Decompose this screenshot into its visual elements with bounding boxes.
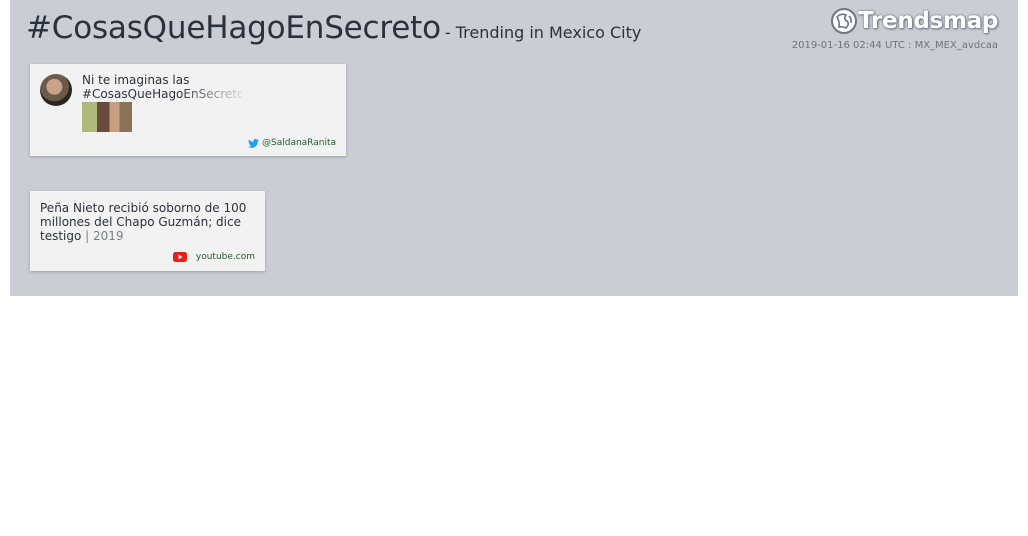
news-headline[interactable]: Peña Nieto recibió soborno de 100 millon…	[40, 201, 246, 243]
trendsmap-globe-icon	[831, 8, 858, 34]
twitter-bird-icon	[248, 138, 259, 148]
youtube-icon	[172, 252, 187, 262]
tweet-author-link[interactable]: @SaldanaRanita	[248, 138, 336, 148]
tweet-username[interactable]: @SaldanaRanita	[262, 138, 336, 148]
news-card[interactable]: Peña Nieto recibió soborno de 100 millon…	[30, 191, 265, 271]
brand-name: Trendsmap	[858, 8, 998, 34]
timestamp-location-code: 2019-01-16 02:44 UTC : MX_MEX_avdcaa	[791, 40, 998, 51]
tweet-text-line1: Ni te imaginas las	[82, 73, 190, 87]
tweet-card[interactable]: Ni te imaginas las #CosasQueHagoEnSecret…	[30, 64, 346, 156]
tweet-image-thumbnail[interactable]	[82, 102, 132, 132]
page-title: #CosasQueHagoEnSecreto - Trending in Mexi…	[26, 10, 641, 46]
news-source-domain[interactable]: youtube.com	[196, 252, 255, 262]
hashtag-title[interactable]: #CosasQueHagoEnSecreto	[26, 10, 441, 46]
tweet-text: Ni te imaginas las #CosasQueHagoEnSecret…	[82, 73, 242, 101]
avatar[interactable]	[40, 74, 72, 106]
news-source-link[interactable]: youtube.com	[172, 252, 255, 262]
news-year: | 2019	[85, 229, 124, 243]
trend-location-subtitle: - Trending in Mexico City	[444, 23, 642, 42]
trend-panel: #CosasQueHagoEnSecreto - Trending in Mexi…	[10, 0, 1018, 296]
brand-logo[interactable]: Trendsmap	[830, 7, 998, 35]
news-headline-block: Peña Nieto recibió soborno de 100 millon…	[40, 201, 258, 243]
tweet-text-hashtag[interactable]: #CosasQueHagoEnSecreto	[82, 87, 242, 101]
